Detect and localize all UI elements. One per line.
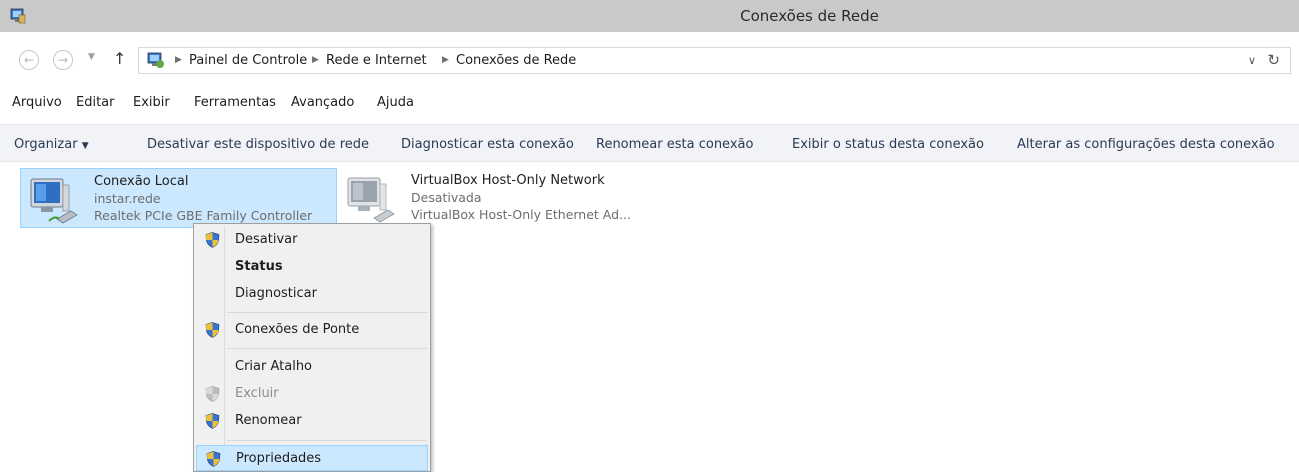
uac-shield-icon — [206, 451, 221, 467]
control-panel-icon — [147, 52, 164, 68]
back-arrow-icon: ← — [23, 53, 35, 67]
breadcrumb-separator-icon: ▶ — [442, 55, 449, 65]
chevron-down-icon: ▼ — [88, 52, 95, 62]
command-bar: Organizar ▼ Desativar este dispositivo d… — [0, 124, 1299, 162]
uac-shield-icon — [205, 232, 220, 248]
navigation-bar: ← → ▼ ↑ ▶ Painel de Controle ▶ Rede e In… — [0, 44, 1299, 78]
menu-tools[interactable]: Ferramentas — [194, 95, 276, 110]
menu-bar: Arquivo Editar Exibir Ferramentas Avança… — [0, 92, 1299, 116]
menu-advanced[interactable]: Avançado — [291, 95, 354, 110]
diagnose-connection-button[interactable]: Diagnosticar esta conexão — [401, 137, 574, 152]
connection-name: VirtualBox Host-Only Network — [411, 173, 605, 188]
ctx-bridge-connections[interactable]: Conexões de Ponte — [196, 317, 428, 343]
ctx-rename[interactable]: Renomear — [196, 408, 428, 434]
menu-separator — [227, 312, 427, 313]
uac-shield-disabled-icon — [205, 386, 220, 402]
up-arrow-icon: ↑ — [113, 49, 127, 68]
connection-device: VirtualBox Host-Only Ethernet Ad... — [411, 207, 631, 222]
menu-separator — [227, 440, 427, 441]
ctx-properties[interactable]: Propriedades — [196, 445, 428, 471]
menu-help[interactable]: Ajuda — [377, 95, 414, 110]
forward-arrow-icon: → — [57, 53, 69, 67]
connection-virtualbox-item[interactable]: VirtualBox Host-Only Network Desativada … — [338, 168, 658, 228]
menu-view[interactable]: Exibir — [133, 95, 170, 110]
title-bar: Conexões de Rede — [0, 0, 1299, 32]
change-settings-button[interactable]: Alterar as configurações desta conexão — [1017, 137, 1275, 152]
connection-local-item[interactable]: Conexão Local instar.rede Realtek PCIe G… — [20, 168, 337, 228]
ctx-disable[interactable]: Desativar — [196, 227, 428, 253]
connection-status: instar.rede — [94, 191, 161, 206]
breadcrumb-separator-icon: ▶ — [175, 55, 182, 65]
ctx-delete: Excluir — [196, 381, 428, 407]
disable-device-button[interactable]: Desativar este dispositivo de rede — [147, 137, 369, 152]
address-bar[interactable]: ▶ Painel de Controle ▶ Rede e Internet ▶… — [138, 47, 1291, 74]
ctx-create-shortcut[interactable]: Criar Atalho — [196, 354, 428, 380]
connection-status: Desativada — [411, 190, 482, 205]
network-adapter-disabled-icon — [347, 177, 395, 223]
view-status-button[interactable]: Exibir o status desta conexão — [792, 137, 984, 152]
dropdown-arrow-icon: ▼ — [81, 141, 89, 151]
refresh-icon[interactable]: ↻ — [1267, 51, 1280, 69]
recent-locations-button[interactable]: ▼ — [88, 52, 95, 62]
ctx-status[interactable]: Status — [196, 254, 428, 280]
connection-name: Conexão Local — [94, 174, 189, 189]
organize-button[interactable]: Organizar ▼ — [14, 137, 89, 152]
menu-separator — [227, 348, 427, 349]
back-button[interactable]: ← — [19, 50, 39, 70]
breadcrumb-network-internet[interactable]: Rede e Internet — [326, 53, 427, 68]
window-title: Conexões de Rede — [740, 7, 879, 25]
menu-file[interactable]: Arquivo — [12, 95, 62, 110]
network-adapter-icon — [30, 178, 78, 224]
menu-edit[interactable]: Editar — [76, 95, 115, 110]
forward-button[interactable]: → — [53, 50, 73, 70]
rename-connection-button[interactable]: Renomear esta conexão — [596, 137, 753, 152]
uac-shield-icon — [205, 413, 220, 429]
address-history-chevron-icon[interactable]: ∨ — [1248, 54, 1256, 67]
ctx-diagnose[interactable]: Diagnosticar — [196, 281, 428, 307]
uac-shield-icon — [205, 322, 220, 338]
connection-device: Realtek PCIe GBE Family Controller — [94, 208, 313, 223]
breadcrumb-separator-icon: ▶ — [312, 55, 319, 65]
breadcrumb-network-connections[interactable]: Conexões de Rede — [456, 53, 576, 68]
up-button[interactable]: ↑ — [113, 49, 126, 68]
context-menu: Desativar Status Diagnosticar Conexões d… — [193, 223, 431, 472]
breadcrumb-control-panel[interactable]: Painel de Controle — [189, 53, 307, 68]
